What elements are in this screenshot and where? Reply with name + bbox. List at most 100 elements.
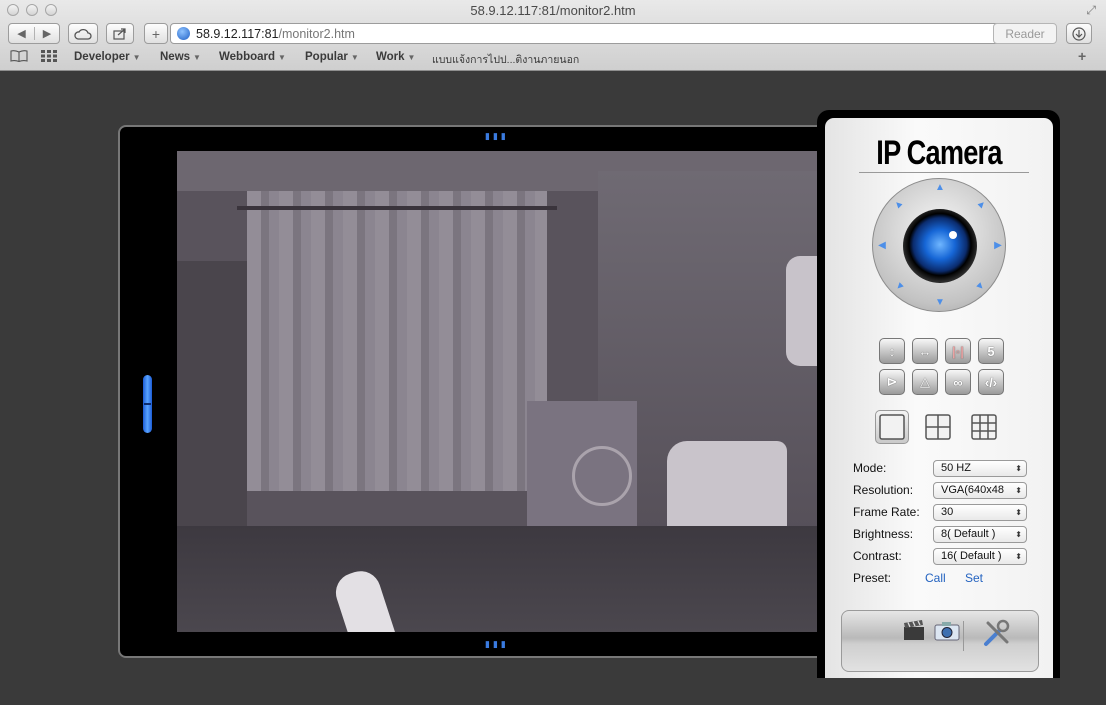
share-button[interactable]: [106, 23, 134, 44]
bookmark-work[interactable]: Work ▼: [376, 51, 415, 63]
brightness-value: 8( Default ): [941, 527, 996, 540]
camera-control-inner: IP Camera ▲ ▼ ◀ ▶ ▲ ▲ ▼ ▼ ↕ ↔ |◦| 5 ⊳ △ …: [825, 118, 1053, 678]
fullscreen-icon[interactable]: ⤢: [1086, 3, 1096, 18]
window-title: 58.9.12.117:81/monitor2.htm: [470, 3, 636, 18]
url-host: 58.9.12.117:81: [196, 26, 279, 41]
panel-title: IP Camera: [876, 134, 1002, 172]
mode-row: Mode: 50 HZ ⬍: [853, 457, 1043, 479]
contrast-select[interactable]: 16( Default ) ⬍: [933, 547, 1027, 565]
bookmark-label: News: [160, 51, 191, 63]
pan-up-icon[interactable]: ▲: [933, 181, 947, 195]
feed-fan: [572, 446, 632, 506]
select-arrows-icon: ⬍: [1015, 463, 1022, 473]
flip-button[interactable]: ⊳: [879, 369, 905, 395]
pan-right-icon[interactable]: ▶: [991, 239, 1005, 253]
reader-button[interactable]: Reader: [993, 23, 1057, 44]
select-arrows-icon: ⬍: [1015, 551, 1022, 561]
icloud-button[interactable]: [68, 23, 98, 44]
select-arrows-icon: ⬍: [1015, 529, 1022, 539]
side-scroll-handle[interactable]: [143, 375, 152, 433]
feed-curtain: [247, 191, 547, 491]
pan-up-left-icon[interactable]: ▲: [889, 195, 909, 215]
record-video-button[interactable]: [902, 619, 926, 647]
stop-patrol-button[interactable]: |◦|: [945, 338, 971, 364]
ptz-control[interactable]: ▲ ▼ ◀ ▶ ▲ ▲ ▼ ▼: [872, 178, 1006, 312]
camera-control-panel: IP Camera ▲ ▼ ◀ ▶ ▲ ▲ ▼ ▼ ↕ ↔ |◦| 5 ⊳ △ …: [817, 110, 1060, 678]
mode-select[interactable]: 50 HZ ⬍: [933, 459, 1027, 477]
frame-rate-select[interactable]: 30 ⬍: [933, 503, 1027, 521]
add-bookmark-icon[interactable]: +: [1078, 48, 1086, 64]
resolution-select[interactable]: VGA(640x48 ⬍: [933, 481, 1027, 499]
new-tab-button[interactable]: +: [144, 23, 168, 44]
horizontal-patrol-button[interactable]: ↔: [912, 338, 938, 364]
browser-toolbar: ◀ ▶ + 58.9.12.117:81/monitor2.htm ↻ Read…: [0, 22, 1106, 46]
cloud-icon: [74, 28, 92, 40]
browser-chrome: 58.9.12.117:81/monitor2.htm ⤢ ◀ ▶ + 58.9…: [0, 0, 1106, 71]
bottom-drag-handle[interactable]: ▮▮▮: [485, 639, 509, 650]
preset-call-link[interactable]: Call: [925, 571, 946, 585]
brightness-row: Brightness: 8( Default ) ⬍: [853, 523, 1043, 545]
back-icon[interactable]: ◀: [9, 27, 34, 40]
camera-settings: Mode: 50 HZ ⬍ Resolution: VGA(640x48 ⬍ Fra…: [853, 457, 1043, 589]
bookmark-thai-form[interactable]: แบบแจ้งการไปป...ติงานภายนอก: [432, 51, 579, 68]
select-arrows-icon: ⬍: [1015, 485, 1022, 495]
title-divider: [859, 172, 1029, 173]
bookmark-label: Developer: [74, 51, 130, 63]
camera-function-buttons: ↕ ↔ |◦| 5 ⊳ △ ∞ ‹/›: [879, 338, 1004, 395]
view-layout-selector: [875, 410, 1001, 444]
quad-grid-icon: [925, 414, 951, 440]
brightness-select[interactable]: 8( Default ) ⬍: [933, 525, 1027, 543]
frame-rate-label: Frame Rate:: [853, 505, 920, 519]
pan-up-right-icon[interactable]: ▲: [971, 195, 991, 215]
pan-down-icon[interactable]: ▼: [933, 296, 947, 310]
feed-floor: [177, 526, 818, 632]
preset-row: Preset: Call Set: [853, 567, 1043, 589]
downloads-button[interactable]: [1066, 23, 1092, 44]
camera-icon: [934, 622, 960, 641]
mirror-button[interactable]: △: [912, 369, 938, 395]
preset-set-link[interactable]: Set: [965, 571, 983, 585]
camera-video-feed[interactable]: [177, 151, 818, 632]
select-arrows-icon: ⬍: [1015, 507, 1022, 517]
bookmark-label: Webboard: [219, 51, 276, 63]
url-text: 58.9.12.117:81/monitor2.htm: [196, 27, 355, 41]
contrast-label: Contrast:: [853, 549, 902, 563]
frame-rate-value: 30: [941, 505, 954, 518]
top-sites-icon[interactable]: [41, 50, 57, 65]
vertical-patrol-button[interactable]: ↕: [879, 338, 905, 364]
bookmark-webboard[interactable]: Webboard ▼: [219, 51, 286, 63]
contrast-value: 16( Default ): [941, 549, 1002, 562]
address-bar[interactable]: 58.9.12.117:81/monitor2.htm ↻: [170, 23, 1032, 44]
bookmark-news[interactable]: News ▼: [160, 51, 201, 63]
resolution-row: Resolution: VGA(640x48 ⬍: [853, 479, 1043, 501]
bookmark-developer[interactable]: Developer ▼: [74, 51, 141, 63]
contrast-row: Contrast: 16( Default ) ⬍: [853, 545, 1043, 567]
quad-view-button[interactable]: [921, 410, 955, 444]
io-switch-button[interactable]: ‹/›: [978, 369, 1004, 395]
tools-icon: [984, 619, 1010, 646]
brightness-label: Brightness:: [853, 527, 914, 541]
ir-toggle-button[interactable]: ∞: [945, 369, 971, 395]
nine-view-button[interactable]: [967, 410, 1001, 444]
back-forward-buttons[interactable]: ◀ ▶: [8, 23, 60, 44]
dropdown-arrow-icon: ▼: [193, 53, 201, 62]
feed-shelf: [177, 261, 247, 531]
bookmark-label: Work: [376, 51, 405, 63]
reading-list-icon[interactable]: [10, 50, 28, 65]
bookmark-popular[interactable]: Popular ▼: [305, 51, 359, 63]
camera-lens-icon[interactable]: [903, 209, 977, 283]
pan-down-right-icon[interactable]: ▼: [971, 277, 991, 297]
snapshot-button[interactable]: [934, 619, 960, 647]
forward-icon[interactable]: ▶: [33, 27, 59, 40]
action-bar: [841, 610, 1039, 672]
pan-left-icon[interactable]: ◀: [875, 239, 889, 253]
settings-button[interactable]: [982, 619, 1012, 653]
globe-icon: [177, 27, 190, 40]
top-drag-handle[interactable]: ▮▮▮: [485, 131, 509, 142]
preset-label: Preset:: [853, 571, 892, 585]
resolution-value: VGA(640x48: [941, 483, 1004, 496]
pan-down-left-icon[interactable]: ▼: [889, 277, 909, 297]
single-view-button[interactable]: [875, 410, 909, 444]
io-5-button[interactable]: 5: [978, 338, 1004, 364]
clapperboard-icon: [904, 620, 924, 640]
